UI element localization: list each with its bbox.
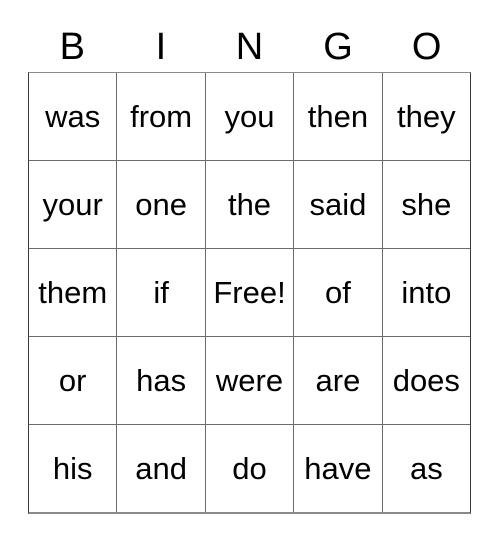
bingo-cell[interactable]: into xyxy=(381,249,471,336)
bingo-header-letter-i: I xyxy=(117,22,206,72)
bingo-cell[interactable]: said xyxy=(293,161,382,248)
bingo-cell-label: said xyxy=(309,187,367,222)
bingo-cell-label: does xyxy=(392,363,460,398)
bingo-cell-label: into xyxy=(401,275,452,310)
bingo-cell[interactable]: or xyxy=(29,337,117,424)
bingo-cell-free-space[interactable]: Free! xyxy=(204,249,294,336)
bingo-cell[interactable]: they xyxy=(381,73,471,160)
bingo-cell-label: they xyxy=(397,99,456,134)
bingo-cell[interactable]: if xyxy=(116,249,205,336)
bingo-cell[interactable]: them xyxy=(29,249,117,336)
bingo-header-letter-g-text: G xyxy=(323,26,353,68)
bingo-cell[interactable]: has xyxy=(116,337,205,424)
bingo-row: them if Free! of into xyxy=(29,248,471,336)
bingo-cell-label: are xyxy=(315,363,361,398)
bingo-header-row: B I N G O xyxy=(28,22,471,72)
bingo-header-letter-o-text: O xyxy=(411,26,442,68)
bingo-cell-label: his xyxy=(52,451,93,486)
bingo-header-letter-g: G xyxy=(294,22,383,72)
bingo-row: or has were are does xyxy=(29,336,471,424)
bingo-grid: was from you then they your one the said… xyxy=(28,72,471,514)
bingo-card: B I N G O was from you then they your on… xyxy=(0,0,500,544)
bingo-header-letter-n: N xyxy=(205,22,294,72)
bingo-cell-label: or xyxy=(58,363,87,398)
bingo-cell[interactable]: your xyxy=(29,161,117,248)
bingo-row: his and do have as xyxy=(29,424,471,512)
bingo-cell[interactable]: have xyxy=(293,425,382,512)
bingo-header-letter-o: O xyxy=(382,22,471,72)
bingo-cell[interactable]: does xyxy=(381,337,471,424)
bingo-cell[interactable]: his xyxy=(29,425,117,512)
bingo-cell[interactable]: then xyxy=(293,73,382,160)
bingo-cell-label: then xyxy=(307,99,369,134)
bingo-cell[interactable]: she xyxy=(381,161,471,248)
bingo-cell-label: have xyxy=(304,451,372,486)
bingo-cell-label: do xyxy=(232,451,267,486)
bingo-header-letter-i-text: I xyxy=(155,26,167,68)
bingo-cell-label: has xyxy=(136,363,187,398)
bingo-header-letter-n-text: N xyxy=(235,26,264,68)
bingo-cell[interactable]: the xyxy=(204,161,294,248)
bingo-cell-label: of xyxy=(324,275,351,310)
bingo-cell[interactable]: you xyxy=(204,73,294,160)
bingo-cell[interactable]: and xyxy=(116,425,205,512)
bingo-cell-label: them xyxy=(38,275,108,310)
bingo-cell[interactable]: from xyxy=(116,73,205,160)
bingo-cell-label: and xyxy=(135,451,187,486)
bingo-cell[interactable]: were xyxy=(204,337,294,424)
bingo-cell-label: Free! xyxy=(213,275,286,310)
bingo-cell-label: your xyxy=(42,187,103,222)
bingo-cell-label: was xyxy=(45,99,101,134)
bingo-row: was from you then they xyxy=(29,73,471,160)
bingo-cell[interactable]: of xyxy=(293,249,382,336)
bingo-header-letter-b-text: B xyxy=(59,26,85,68)
bingo-cell-label: the xyxy=(227,187,272,222)
bingo-cell[interactable]: are xyxy=(293,337,382,424)
bingo-cell-label: one xyxy=(135,187,187,222)
bingo-cell[interactable]: as xyxy=(381,425,471,512)
bingo-cell-label: were xyxy=(215,363,284,398)
bingo-row: your one the said she xyxy=(29,160,471,248)
bingo-cell-label: from xyxy=(130,99,193,134)
bingo-cell-label: she xyxy=(401,187,452,222)
bingo-cell-label: if xyxy=(153,275,169,310)
bingo-cell-label: you xyxy=(224,99,275,134)
bingo-cell[interactable]: one xyxy=(116,161,205,248)
bingo-cell[interactable]: was xyxy=(29,73,117,160)
bingo-header-letter-b: B xyxy=(28,22,117,72)
bingo-cell[interactable]: do xyxy=(204,425,294,512)
bingo-cell-label: as xyxy=(409,451,443,486)
